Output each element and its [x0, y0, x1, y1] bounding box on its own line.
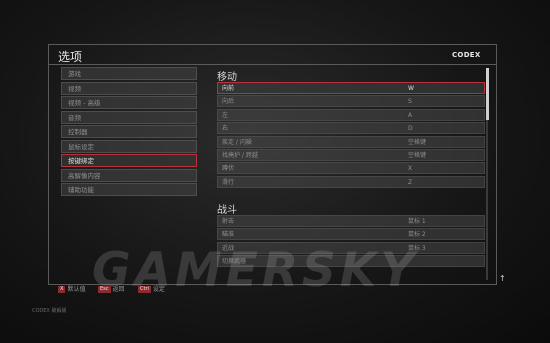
scroll-up-arrow-icon[interactable]: ↑ — [499, 274, 506, 283]
settings-button[interactable]: Ctrl 设定 — [138, 284, 165, 293]
binding-action: 蹲伏 — [222, 165, 235, 173]
binding-row[interactable]: 右 D — [217, 122, 485, 135]
options-sidebar: 游戏 视频 视频 - 高级 音频 控制器 鼠标设定 按键绑定 高解像内容 辅助功… — [61, 67, 197, 198]
binding-key: D — [408, 125, 413, 133]
binding-action: 右 — [222, 125, 229, 133]
binding-action: 滑行 — [222, 178, 235, 186]
header-divider — [48, 64, 496, 65]
binding-row[interactable]: 找掩护 / 跨越 空格键 — [217, 148, 485, 161]
keycap: X — [58, 286, 66, 293]
binding-key: S — [408, 98, 412, 106]
sidebar-item-hd-content[interactable]: 高解像内容 — [61, 168, 197, 182]
binding-action: 找掩护 / 跨越 — [222, 151, 258, 159]
default-button[interactable]: X 默认值 — [58, 284, 85, 293]
binding-action: 左 — [222, 111, 229, 119]
binding-key: A — [408, 111, 413, 119]
binding-key: X — [408, 165, 413, 173]
binding-row[interactable]: 向后 S — [217, 95, 485, 108]
page-title: 选项 — [58, 50, 83, 64]
binding-key: 鼠标 1 — [408, 218, 426, 225]
binding-action: 射击 — [222, 218, 235, 225]
sidebar-item-mouse[interactable]: 鼠标设定 — [61, 139, 197, 153]
sidebar-item-video-advanced[interactable]: 视频 - 高级 — [61, 96, 197, 109]
binding-row[interactable]: 射击 鼠标 1 — [217, 215, 485, 227]
binding-key: 鼠标 3 — [408, 244, 426, 252]
binding-row[interactable]: 瞄准 鼠标 2 — [217, 228, 485, 241]
sidebar-item-game[interactable]: 游戏 — [61, 67, 197, 80]
binding-action: 向前 — [222, 85, 235, 92]
binding-key: 鼠标 2 — [408, 231, 426, 239]
sidebar-item-audio[interactable]: 音频 — [61, 110, 197, 124]
section-title-combat: 战斗 — [217, 205, 237, 216]
binding-row[interactable]: 疾走 / 闪躲 空格键 — [217, 135, 485, 148]
sidebar-item-accessibility[interactable]: 辅助功能 — [61, 183, 197, 196]
back-button[interactable]: Esc 返回 — [98, 284, 125, 293]
binding-action: 向后 — [222, 98, 235, 106]
binding-key: Z — [408, 178, 413, 186]
keycap: Ctrl — [138, 286, 151, 293]
binding-row[interactable]: 向前 W — [217, 82, 485, 94]
movement-bindings: 向前 W 向后 S 左 A 右 D 疾走 / 闪躲 空格键 找掩护 / 跨越 空… — [217, 82, 485, 189]
binding-row[interactable]: 滑行 Z — [217, 175, 485, 188]
binding-key: 空格键 — [408, 151, 427, 159]
sidebar-item-video[interactable]: 视频 — [61, 81, 197, 95]
settings-label: 设定 — [152, 286, 165, 293]
default-label: 默认值 — [67, 286, 86, 293]
binding-key: 空格键 — [408, 138, 427, 146]
back-label: 返回 — [112, 286, 125, 293]
sidebar-item-keybindings[interactable]: 按键绑定 — [61, 154, 197, 167]
binding-action: 瞄准 — [222, 231, 235, 239]
version-label: CODEX 破解版 — [32, 308, 67, 314]
binding-row[interactable]: 左 A — [217, 108, 485, 121]
sidebar-item-controller[interactable]: 控制器 — [61, 125, 197, 138]
section-title-movement: 移动 — [217, 72, 237, 83]
binding-key: W — [408, 85, 414, 92]
scrollbar-thumb[interactable] — [486, 68, 489, 120]
binding-row[interactable]: 蹲伏 X — [217, 162, 485, 175]
brand-label: CODEX — [452, 51, 481, 59]
keycap: Esc — [98, 286, 111, 293]
binding-action: 疾走 / 闪躲 — [222, 138, 252, 146]
